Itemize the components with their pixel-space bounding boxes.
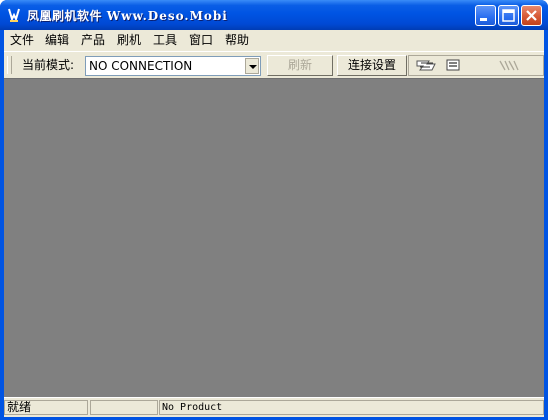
refresh-button[interactable]: 刷新 [267, 55, 333, 76]
connect-settings-button[interactable]: 连接设置 [337, 55, 407, 76]
tool-button-group [408, 55, 544, 76]
menu-product[interactable]: 产品 [81, 32, 105, 48]
menu-tools[interactable]: 工具 [153, 32, 177, 48]
status-bar: 就绪 No Product [4, 397, 544, 417]
transfer-icon[interactable] [445, 58, 463, 73]
maximize-button[interactable] [498, 5, 519, 26]
chevron-down-icon[interactable] [245, 58, 259, 74]
disabled-tool-icon[interactable] [497, 58, 521, 73]
window-title: 凤凰刷机软件 Www.Deso.Mobi [27, 7, 228, 25]
minimize-icon [480, 18, 487, 21]
app-logo-icon[interactable] [6, 7, 22, 23]
flash-phone-icon[interactable] [415, 58, 441, 73]
title-brand-url: Www.Deso.Mobi [106, 9, 228, 23]
toolbar-grip[interactable] [7, 56, 12, 74]
title-app-name: 凤凰刷机软件 [27, 9, 103, 23]
menu-window[interactable]: 窗口 [189, 32, 213, 48]
close-button[interactable] [521, 5, 542, 26]
minimize-button[interactable] [475, 5, 496, 26]
client-area: 文件 编辑 产品 刷机 工具 窗口 帮助 当前模式: NO CONNECTION… [4, 30, 544, 417]
maximize-icon [502, 9, 515, 22]
mode-select[interactable]: NO CONNECTION [85, 56, 261, 76]
menu-help[interactable]: 帮助 [225, 32, 249, 48]
mode-label: 当前模式: [22, 58, 75, 72]
title-bar[interactable]: 凤凰刷机软件 Www.Deso.Mobi [0, 0, 548, 30]
menu-bar: 文件 编辑 产品 刷机 工具 窗口 帮助 [4, 30, 544, 50]
app-window: 凤凰刷机软件 Www.Deso.Mobi 文件 编辑 产品 刷机 工具 窗口 帮… [0, 0, 548, 420]
close-icon [526, 10, 537, 21]
menu-file[interactable]: 文件 [10, 32, 34, 48]
status-ready: 就绪 [4, 400, 88, 415]
mode-select-value: NO CONNECTION [89, 59, 193, 73]
toolbar: 当前模式: NO CONNECTION 刷新 连接设置 [4, 51, 544, 78]
menu-edit[interactable]: 编辑 [45, 32, 69, 48]
menu-flash[interactable]: 刷机 [117, 32, 141, 48]
mdi-workspace[interactable] [4, 78, 544, 397]
status-product: No Product [159, 400, 544, 415]
status-middle-pane [90, 400, 158, 415]
